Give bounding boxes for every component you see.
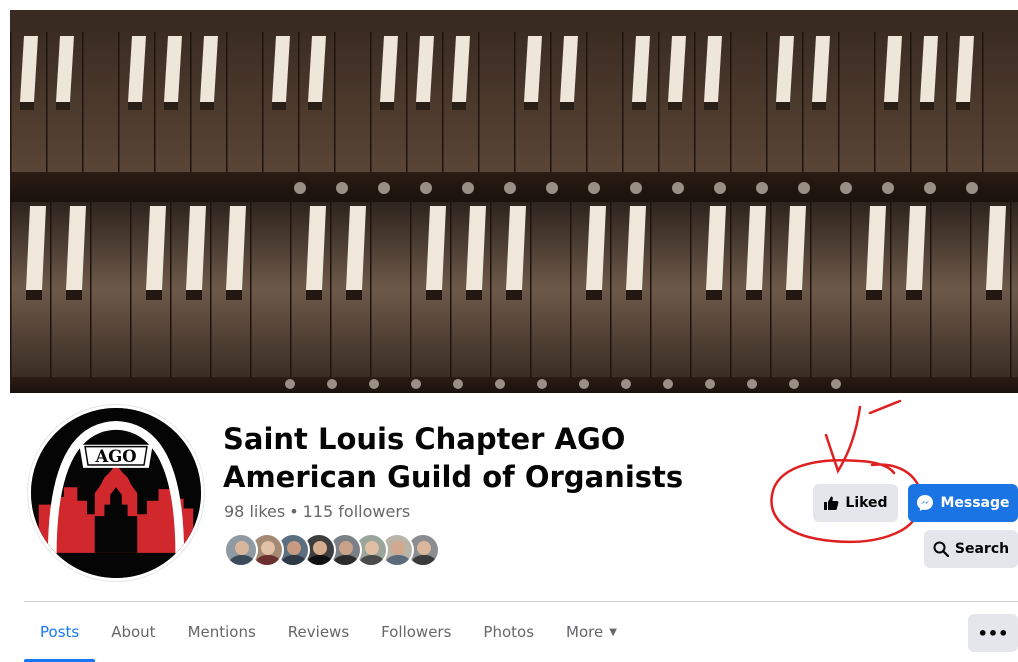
piston-knob (378, 182, 390, 194)
cover-photo[interactable] (10, 10, 1018, 393)
avatar-face (261, 541, 275, 555)
avatar-shoulders (359, 555, 385, 565)
piston-knob (411, 379, 421, 389)
tab-mentions[interactable]: Mentions (172, 602, 272, 662)
avatar-face (313, 541, 327, 555)
piston-knob (336, 182, 348, 194)
more-options-button[interactable]: ••• (968, 614, 1018, 652)
stats-separator: • (289, 502, 299, 521)
avatar-shoulders (411, 555, 437, 565)
tab-label: About (111, 623, 156, 641)
follower-avatars[interactable] (224, 533, 440, 569)
tab-followers[interactable]: Followers (365, 602, 467, 662)
tab-label: Mentions (187, 623, 256, 641)
piston-knob (882, 182, 894, 194)
piston-knob (537, 379, 547, 389)
piston-knob (453, 379, 463, 389)
tab-label: Photos (483, 623, 535, 641)
piston-knob (420, 182, 432, 194)
search-icon (933, 541, 949, 557)
tab-photos[interactable]: Photos (467, 602, 550, 662)
messenger-icon (916, 494, 934, 512)
avatar-face (417, 541, 431, 555)
tab-label: Reviews (287, 623, 350, 641)
piston-knob (285, 379, 295, 389)
avatar-face (339, 541, 353, 555)
tab-more[interactable]: More ▼ (550, 602, 633, 662)
piston-knob (966, 182, 978, 194)
tab-posts[interactable]: Posts (24, 602, 96, 662)
ago-logo-text: AGO (94, 447, 136, 466)
message-label: Message (940, 495, 1010, 511)
page-title: Saint Louis Chapter AGO American Guild o… (223, 422, 684, 494)
piston-knob (621, 379, 631, 389)
piston-knob (630, 182, 642, 194)
piston-knob (705, 379, 715, 389)
piston-knob (798, 182, 810, 194)
page-avatar[interactable]: AGO (28, 405, 204, 581)
piston-knob (588, 182, 600, 194)
piston-knob (579, 379, 589, 389)
piston-knob (714, 182, 726, 194)
piston-knob (789, 379, 799, 389)
likes-count[interactable]: 98 likes (224, 502, 285, 521)
page-stats: 98 likes • 115 followers (224, 502, 410, 521)
avatar-shoulders (385, 555, 411, 565)
tab-reviews[interactable]: Reviews (272, 602, 365, 662)
avatar-face (365, 541, 379, 555)
avatar-face (235, 541, 249, 555)
piston-knob (495, 379, 505, 389)
piston-knob (672, 182, 684, 194)
piston-knob (327, 379, 337, 389)
search-label: Search (954, 541, 1010, 557)
piston-knob (924, 182, 936, 194)
piston-knob (462, 182, 474, 194)
red-annotation (770, 399, 923, 544)
page-tabs: Posts About Mentions Reviews Followers Photos… (24, 602, 633, 662)
caret-down-icon: ▼ (609, 626, 617, 638)
liked-label: Liked (845, 495, 888, 511)
more-dots-label: ••• (977, 623, 1009, 643)
liked-button[interactable]: Liked (813, 484, 898, 522)
piston-knob (294, 182, 306, 194)
tab-label: Followers (381, 623, 452, 641)
piston-knob (747, 379, 757, 389)
tab-label: More (566, 623, 604, 641)
tab-label: Posts (40, 623, 80, 641)
avatar-face (287, 541, 301, 555)
piston-knob (504, 182, 516, 194)
piston-knob (831, 379, 841, 389)
follower-avatar[interactable] (224, 533, 258, 567)
search-button[interactable]: Search (924, 530, 1018, 568)
piston-knob (663, 379, 673, 389)
thumbs-up-icon (823, 495, 839, 511)
avatar-shoulders (307, 555, 333, 565)
piston-knob (546, 182, 558, 194)
avatar-shoulders (281, 555, 307, 565)
avatar-shoulders (255, 555, 281, 565)
piston-knob (840, 182, 852, 194)
avatar-face (391, 541, 405, 555)
followers-count[interactable]: 115 followers (303, 502, 411, 521)
avatar-shoulders (333, 555, 359, 565)
avatar-shoulders (229, 555, 255, 565)
message-button[interactable]: Message (908, 484, 1018, 522)
piston-knob (756, 182, 768, 194)
tab-about[interactable]: About (95, 602, 171, 662)
piston-knob (369, 379, 379, 389)
